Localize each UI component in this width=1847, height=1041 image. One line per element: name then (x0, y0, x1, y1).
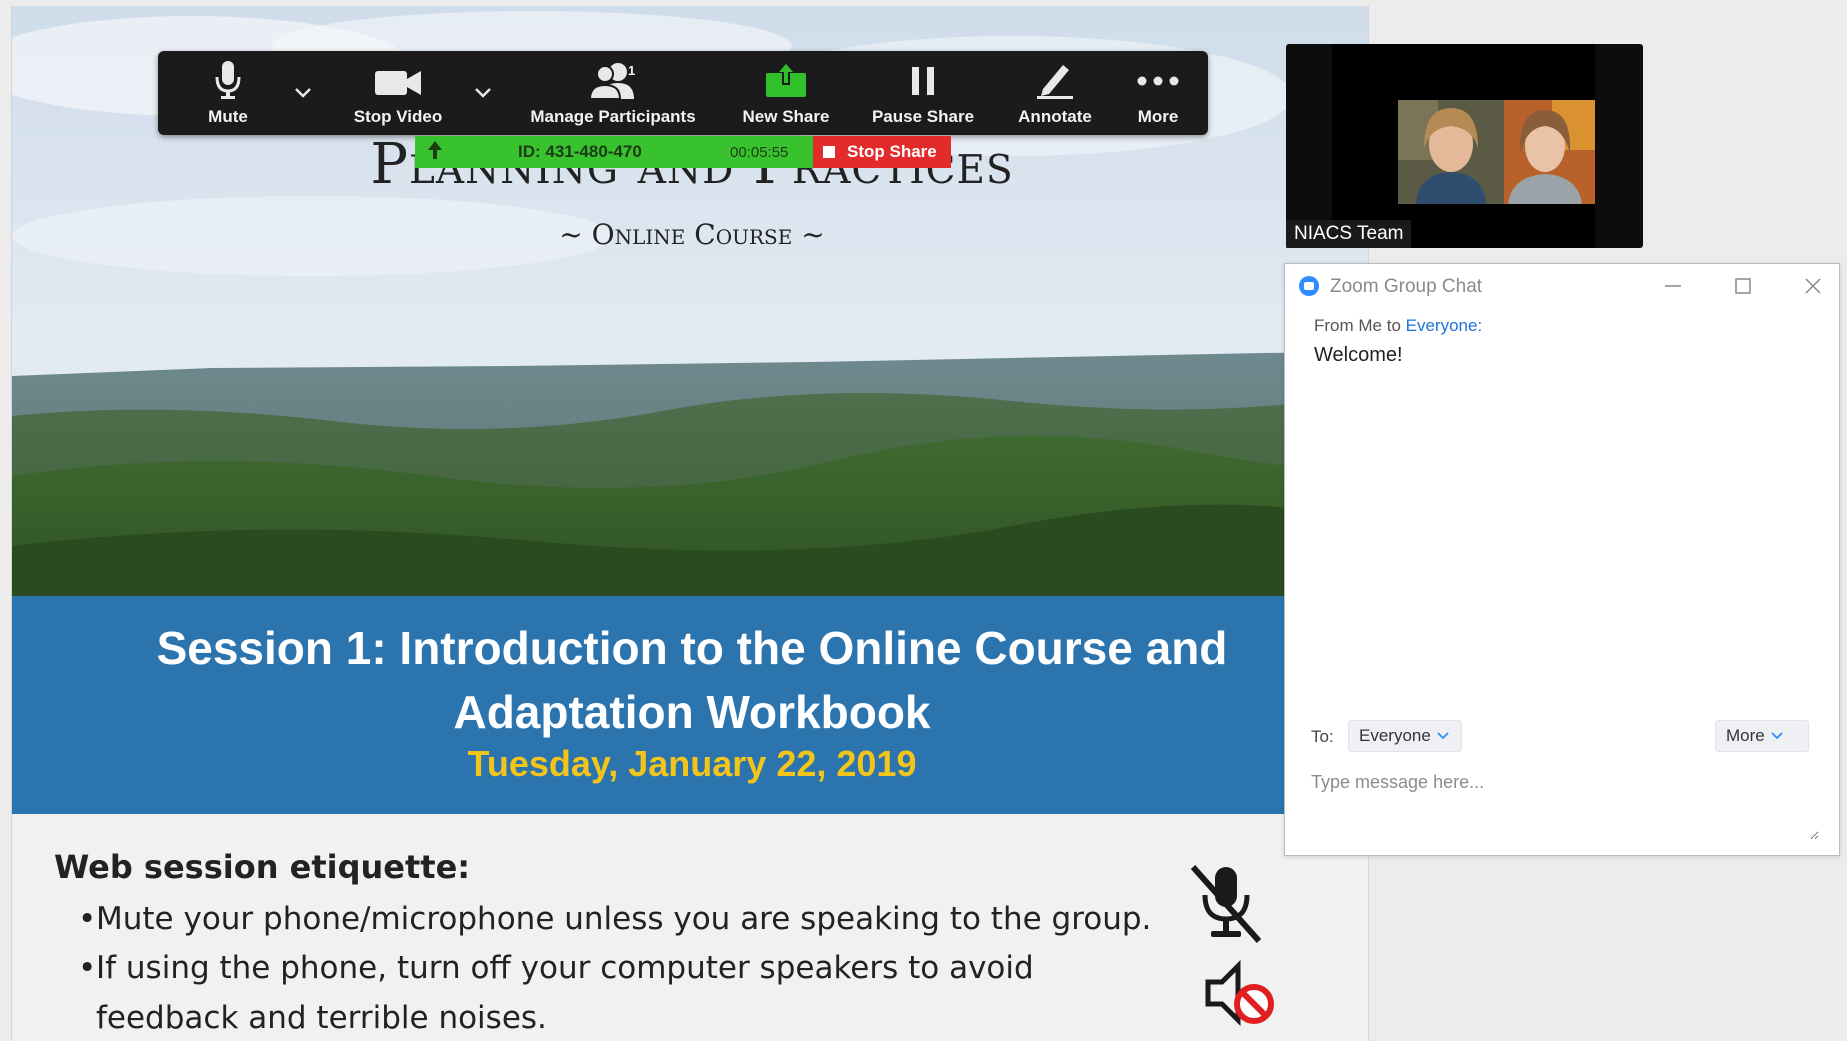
manage-participants-button[interactable]: 1 Manage Participants (518, 51, 708, 135)
chevron-down-icon (1437, 732, 1449, 740)
mic-off-icon (1190, 865, 1262, 943)
video-options-chevron-down-icon[interactable] (470, 79, 496, 105)
pause-share-button[interactable]: Pause Share (863, 51, 983, 135)
chat-recipient-value: Everyone (1359, 726, 1431, 745)
video-participant-name: NIACS Team (1286, 220, 1412, 248)
manage-participants-label: Manage Participants (530, 107, 696, 126)
annotate-label: Annotate (1018, 107, 1092, 126)
pause-share-label: Pause Share (871, 107, 975, 126)
audio-options-chevron-down-icon[interactable] (290, 79, 316, 105)
annotate-button[interactable]: Annotate (1000, 51, 1110, 135)
zoom-logo-icon (1299, 276, 1319, 296)
etiquette-bullet: •If using the phone, turn off your compu… (78, 943, 1178, 1041)
stop-video-button[interactable]: Stop Video (338, 51, 458, 135)
bullet-dot: • (78, 901, 97, 937)
new-share-button[interactable]: New Share (726, 51, 846, 135)
etiquette-heading: Web session etiquette: (54, 848, 471, 886)
minimize-icon[interactable] (1653, 270, 1693, 302)
chat-window-title: Zoom Group Chat (1330, 276, 1483, 297)
maximize-icon[interactable] (1723, 270, 1763, 302)
meeting-id: ID: 431-480-470 (518, 142, 642, 161)
speaker-muted-icon (1205, 959, 1274, 1027)
more-button[interactable]: More (1118, 51, 1198, 135)
sharing-info-bar[interactable]: ID: 431-480-470 00:05:55 (415, 136, 813, 168)
mute-button[interactable]: Mute (178, 51, 278, 135)
bullet-dot: • (78, 950, 97, 986)
stop-share-label: Stop Share (847, 142, 937, 161)
more-label: More (1137, 107, 1179, 126)
chat-message-text: Welcome! (1314, 344, 1403, 366)
sharing-status-bar: ID: 431-480-470 00:05:55 Stop Share (415, 136, 951, 168)
meeting-toolbar: Mute Stop Video 1 Manage Participants Ne… (158, 51, 1208, 135)
chat-recipient-dropdown[interactable]: Everyone (1348, 720, 1462, 752)
pause-icon (912, 67, 934, 95)
chat-titlebar[interactable]: Zoom Group Chat (1285, 264, 1839, 308)
pencil-icon (1037, 65, 1073, 99)
session-title: Session 1: Introduction to the Online Co… (156, 622, 1228, 738)
stop-square-icon (823, 146, 835, 158)
group-chat-window: Zoom Group Chat From Me to Everyone: Wel… (1284, 263, 1840, 856)
slide-subtitle: ~ Online Course ~ (559, 218, 825, 251)
share-timer: 00:05:55 (730, 144, 789, 161)
new-share-label: New Share (742, 107, 830, 126)
participant-video-feed (1332, 44, 1595, 248)
more-dots-icon (1137, 76, 1179, 86)
stop-video-label: Stop Video (353, 107, 443, 126)
chat-recipient-link[interactable]: Everyone: (1406, 316, 1483, 335)
chevron-down-icon (1771, 732, 1783, 740)
chat-sender-prefix: From Me to (1314, 316, 1406, 335)
bullet-text: If using the phone, turn off your comput… (96, 950, 1034, 986)
close-icon[interactable] (1793, 270, 1833, 302)
share-screen-icon (766, 61, 806, 97)
participant-count-badge: 1 (628, 63, 636, 78)
chat-message-sender: From Me to Everyone: (1314, 316, 1482, 336)
expand-arrow-icon[interactable] (425, 139, 445, 163)
session-date: Tuesday, January 22, 2019 (467, 743, 917, 784)
mute-label: Mute (208, 107, 248, 126)
video-thumbnail[interactable]: NIACS Team (1286, 44, 1643, 248)
session-banner: Session 1: Introduction to the Online Co… (12, 596, 1368, 814)
bullet-text-continuation: feedback and terrible noises. (96, 1000, 547, 1036)
video-camera-icon (375, 71, 421, 95)
chat-more-dropdown[interactable]: More (1715, 720, 1809, 752)
chat-to-label: To: (1311, 727, 1334, 746)
chat-more-label: More (1726, 726, 1765, 745)
bullet-text: Mute your phone/microphone unless you ar… (96, 901, 1152, 937)
etiquette-bullet: •Mute your phone/microphone unless you a… (78, 894, 1178, 944)
stop-share-button[interactable]: Stop Share (813, 136, 951, 168)
screen: Planning and Practices ~ Online Course ~… (0, 0, 1847, 1041)
chat-message-input[interactable] (1299, 760, 1819, 840)
microphone-icon (215, 61, 241, 99)
